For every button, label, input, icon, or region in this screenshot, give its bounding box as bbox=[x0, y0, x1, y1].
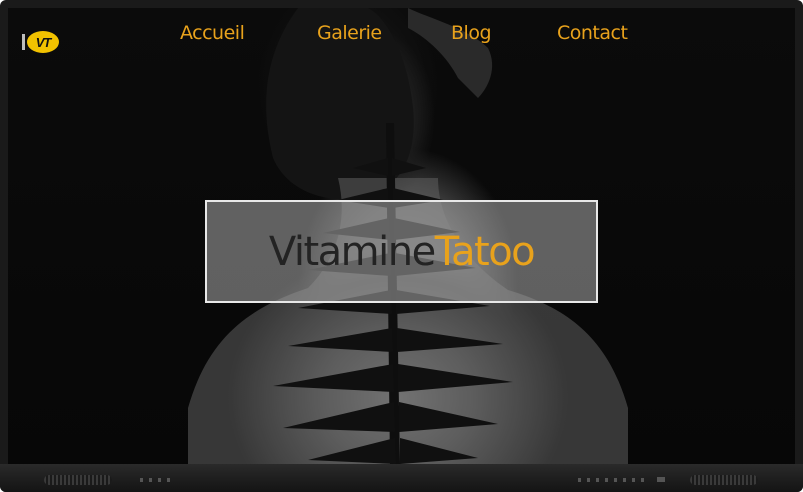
device-buttons-left bbox=[140, 478, 172, 482]
speaker-left bbox=[44, 475, 112, 485]
nav-link-blog[interactable]: Blog bbox=[451, 22, 492, 44]
device-buttons-right bbox=[578, 478, 648, 482]
device-bezel-bottom bbox=[0, 464, 803, 492]
hero-title: VitamineTatoo bbox=[268, 228, 536, 275]
nav-link-accueil[interactable]: Accueil bbox=[180, 22, 245, 44]
usb-port bbox=[657, 477, 665, 482]
main-nav: Accueil Galerie Blog Contact bbox=[8, 22, 795, 48]
hero-title-box: VitamineTatoo bbox=[205, 200, 598, 303]
nav-link-contact[interactable]: Contact bbox=[557, 22, 628, 44]
speaker-right bbox=[690, 475, 758, 485]
website-screen: VT Accueil Galerie Blog Contact Vitamine… bbox=[8, 8, 795, 464]
nav-link-galerie[interactable]: Galerie bbox=[317, 22, 382, 44]
hero-title-part2: Tatoo bbox=[434, 228, 536, 275]
hero-title-part1: Vitamine bbox=[268, 228, 436, 275]
